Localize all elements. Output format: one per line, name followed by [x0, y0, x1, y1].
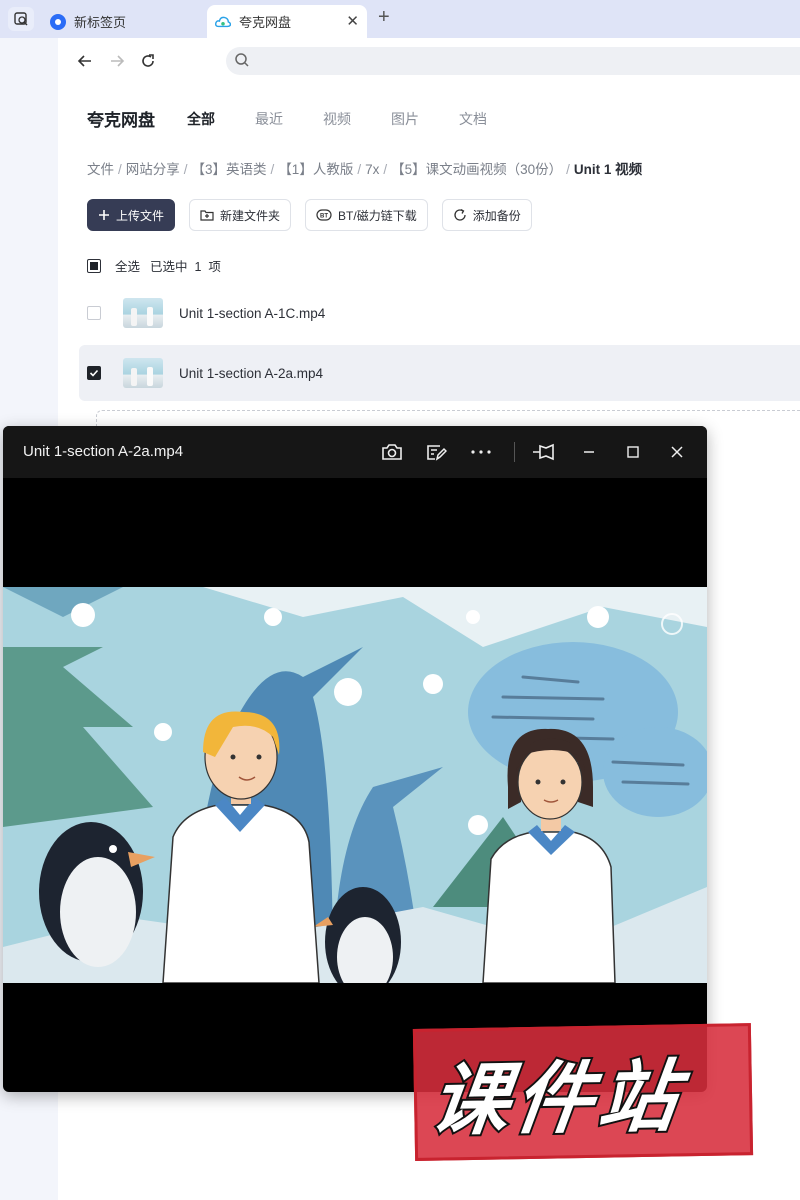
breadcrumb-item[interactable]: 7x — [365, 162, 379, 177]
file-name[interactable]: Unit 1-section A-2a.mp4 — [179, 366, 323, 381]
tab-label: 新标签页 — [74, 15, 127, 30]
camera-icon[interactable] — [380, 440, 404, 464]
new-tab-button[interactable]: + — [378, 6, 390, 29]
file-row[interactable]: Unit 1-section A-1C.mp4 — [79, 285, 800, 341]
upload-button[interactable]: 上传文件 — [87, 199, 176, 231]
address-bar[interactable] — [226, 47, 800, 75]
folder-plus-icon — [200, 210, 214, 221]
browser-tab-bar: 新标签页 夸克网盘 ✕ + — [0, 0, 800, 38]
tab-search-icon[interactable] — [8, 7, 34, 31]
video-thumbnail — [123, 298, 163, 328]
breadcrumb-separator: / — [383, 162, 388, 177]
select-all-label[interactable]: 全选 — [115, 256, 140, 275]
browser-toolbar — [58, 38, 800, 84]
tab-all[interactable]: 全部 — [187, 109, 215, 129]
close-icon[interactable] — [665, 440, 689, 464]
upload-label: 上传文件 — [116, 208, 165, 223]
file-name[interactable]: Unit 1-section A-1C.mp4 — [179, 306, 325, 321]
reload-icon[interactable] — [137, 50, 159, 72]
cartoon-scene-image — [3, 587, 707, 983]
selection-bar: 全选 已选中 1 项 — [87, 256, 221, 275]
player-title: Unit 1-section A-2a.mp4 — [23, 443, 184, 460]
search-icon — [234, 52, 250, 73]
breadcrumb-separator: / — [118, 162, 122, 177]
checkmark-icon — [89, 369, 99, 377]
new-folder-button[interactable]: 新建文件夹 — [189, 199, 292, 231]
breadcrumb-separator: / — [270, 162, 275, 177]
tab-new-tab[interactable]: 新标签页 — [42, 5, 202, 38]
edit-icon[interactable] — [424, 440, 448, 464]
breadcrumb-current: Unit 1 视频 — [573, 162, 643, 177]
title-bar-divider — [514, 442, 515, 462]
file-checkbox[interactable] — [87, 306, 101, 320]
watermark-stamp: 课件站 — [401, 1015, 770, 1171]
video-frame[interactable] — [3, 587, 707, 983]
tab-document[interactable]: 文档 — [459, 109, 487, 129]
add-backup-label: 添加备份 — [472, 208, 521, 223]
breadcrumb-item[interactable]: 【5】课文动画视频（30份） — [391, 162, 562, 177]
back-icon[interactable] — [74, 50, 96, 72]
breadcrumb-separator: / — [357, 162, 362, 177]
breadcrumb: 文件 / 网站分享 / 【3】英语类 / 【1】人教版/7x / 【5】课文动画视频（30份） /… — [87, 158, 642, 178]
selection-status: 已选中 1 项 — [150, 260, 221, 274]
bt-download-button[interactable]: BT BT/磁力链下载 — [305, 199, 428, 231]
maximize-icon[interactable] — [621, 440, 645, 464]
cloud-favicon-icon — [215, 14, 231, 30]
plus-icon — [99, 210, 109, 220]
new-folder-label: 新建文件夹 — [220, 208, 281, 223]
select-all-checkbox[interactable] — [87, 258, 101, 273]
action-bar: 上传文件 新建文件夹 BT BT/磁力链下载 添加备份 — [87, 199, 532, 231]
media-player-window: Unit 1-section A-2a.mp4 — [3, 426, 707, 1092]
breadcrumb-item[interactable]: 【1】人教版 — [278, 162, 353, 177]
tab-quark-drive[interactable]: 夸克网盘 ✕ — [207, 5, 367, 38]
breadcrumb-separator: / — [183, 162, 188, 177]
add-backup-button[interactable]: 添加备份 — [441, 199, 532, 231]
tab-label: 夸克网盘 — [239, 15, 292, 30]
file-row[interactable]: Unit 1-section A-2a.mp4 — [79, 345, 800, 401]
svg-text:BT: BT — [320, 214, 328, 220]
tab-recent[interactable]: 最近 — [255, 109, 283, 129]
player-title-bar[interactable]: Unit 1-section A-2a.mp4 — [3, 426, 707, 478]
sync-icon — [454, 208, 466, 221]
pin-icon[interactable] — [532, 440, 556, 464]
tab-image[interactable]: 图片 — [391, 109, 419, 129]
file-checkbox[interactable] — [87, 366, 101, 380]
bt-download-label: BT/磁力链下载 — [338, 208, 417, 223]
minimize-icon[interactable] — [577, 440, 601, 464]
breadcrumb-item[interactable]: 文件 — [87, 162, 114, 177]
forward-icon[interactable] — [106, 50, 128, 72]
brand-title: 夸克网盘 — [87, 111, 155, 130]
tab-close-icon[interactable]: ✕ — [346, 12, 359, 30]
breadcrumb-item[interactable]: 网站分享 — [126, 162, 180, 177]
watermark-text: 课件站 — [424, 1050, 691, 1149]
breadcrumb-separator: / — [566, 162, 570, 177]
tab-video[interactable]: 视频 — [323, 109, 351, 129]
video-thumbnail — [123, 358, 163, 388]
bt-icon: BT — [316, 209, 332, 221]
breadcrumb-item[interactable]: 【3】英语类 — [192, 162, 267, 177]
more-icon[interactable] — [469, 440, 493, 464]
new-tab-favicon-icon — [50, 13, 66, 30]
